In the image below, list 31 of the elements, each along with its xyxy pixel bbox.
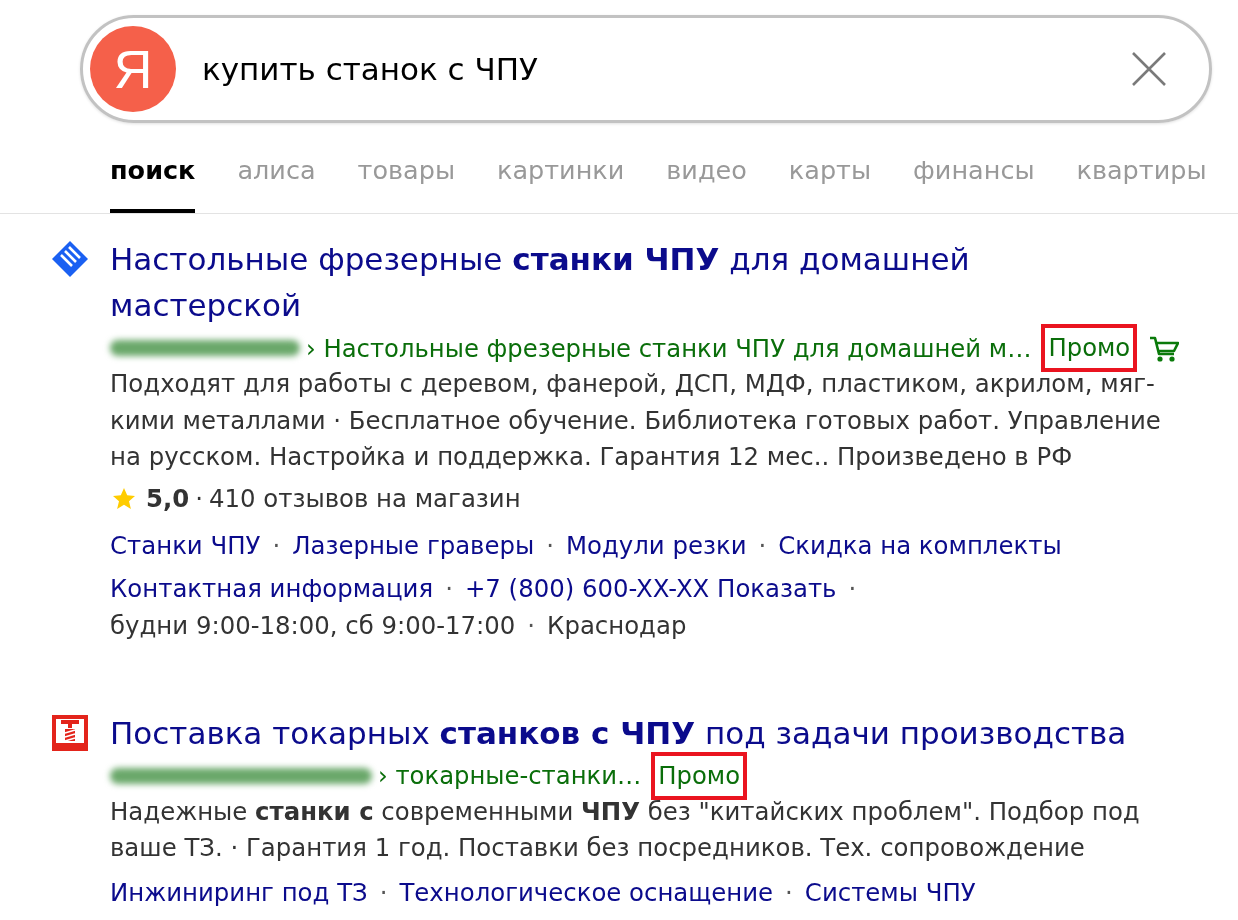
separator-dot: · — [546, 530, 554, 560]
star-icon — [112, 486, 136, 511]
contact-text: будни 9:00-18:00, сб 9:00-17:00 — [110, 610, 516, 640]
sitelink[interactable]: Модули резки — [566, 530, 747, 560]
separator-dot: · — [785, 877, 793, 907]
rating-score: 5,0 — [146, 484, 190, 513]
contact-link[interactable]: +7 (800) 600-XX-XX Показать — [464, 573, 837, 603]
separator-dot: · — [445, 573, 453, 603]
promo-label: Промо — [651, 751, 748, 800]
separator-dot: · — [272, 530, 281, 560]
separator-dot: · — [195, 484, 203, 513]
sitelink[interactable]: Инжиниринг под ТЗ — [110, 877, 368, 907]
contact-link[interactable]: Контактная информация — [110, 573, 434, 603]
breadcrumb-link[interactable]: › токарные-станки… — [378, 761, 642, 790]
promo-label: Промо — [1041, 324, 1138, 372]
sitelink[interactable]: Лазерные граверы — [292, 530, 535, 560]
search-input[interactable]: купить станок с ЧПУ — [202, 51, 1129, 87]
sitelink[interactable]: Технологическое оснащение — [399, 877, 774, 907]
sitelink[interactable]: Скидка на комплекты — [778, 530, 1062, 560]
separator-dot: · — [848, 573, 857, 603]
logo: Я — [90, 26, 176, 112]
contact-text: Краснодар — [547, 610, 687, 640]
separator-dot: · — [379, 877, 388, 907]
sitelink[interactable]: Системы ЧПУ — [804, 877, 976, 907]
breadcrumb-link[interactable]: › Настольные фрезерные станки ЧПУ для домашней м… — [306, 333, 1032, 363]
reviews-text: 410 отзывов на магазин — [209, 484, 521, 513]
separator-dot: · — [527, 610, 536, 640]
tab[interactable]: поиск — [110, 146, 196, 213]
sitelink[interactable]: Станки ЧПУ — [110, 530, 261, 560]
search-field[interactable]: Я купить станок с ЧПУ — [80, 15, 1212, 123]
separator-dot: · — [758, 530, 767, 560]
